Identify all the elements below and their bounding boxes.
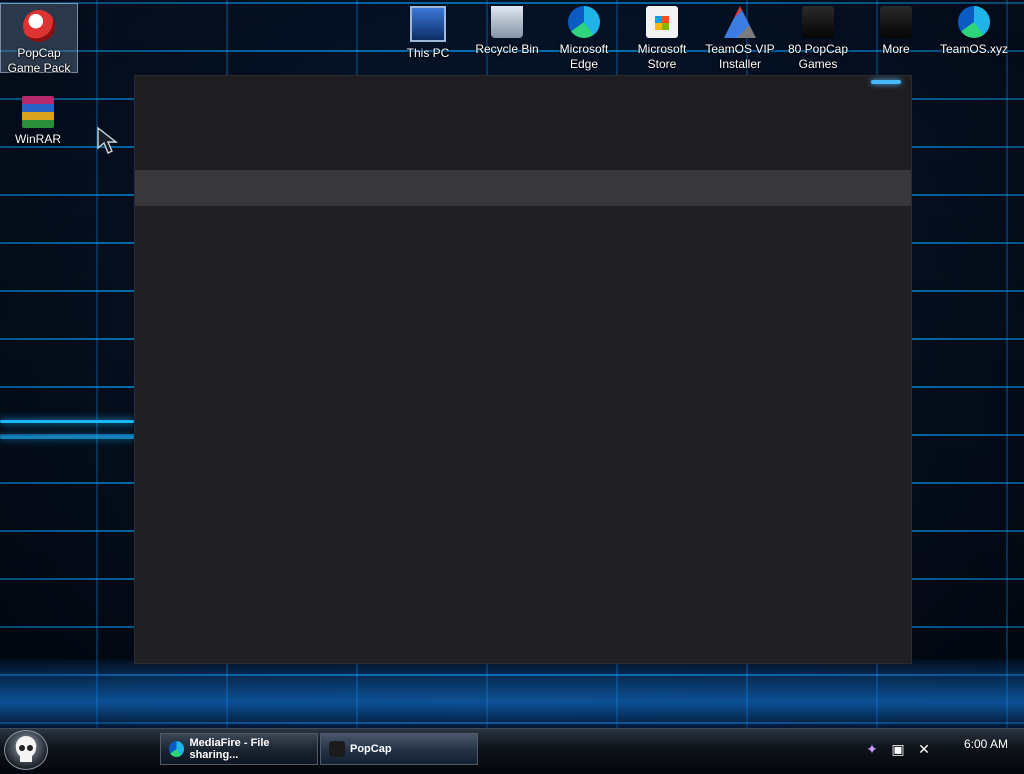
desktop-icon-80-popcap-games[interactable]: 80 PopCap Games <box>780 0 856 72</box>
store-icon <box>646 6 678 38</box>
desktop-icon-more[interactable]: More <box>858 0 934 57</box>
window-header <box>135 76 911 170</box>
edge-icon <box>568 6 600 38</box>
desktop-icon-recycle-bin[interactable]: Recycle Bin <box>469 0 545 57</box>
network-icon[interactable]: ▣ <box>890 741 906 757</box>
desktop-icon-label: Microsoft Store <box>637 42 687 71</box>
taskbar: MediaFire - File sharing... PopCap ✦ ▣ ✕… <box>0 728 1024 770</box>
desktop-icon-microsoft-store[interactable]: Microsoft Store <box>624 0 700 72</box>
desktop-icon-label: WinRAR <box>14 132 61 146</box>
desktop-icon-label: This PC <box>406 46 450 60</box>
desktop-icon-microsoft-edge[interactable]: Microsoft Edge <box>546 0 622 72</box>
app-window[interactable] <box>134 75 912 664</box>
more-icon <box>880 6 912 38</box>
wallpaper-glow-line <box>0 420 134 423</box>
window-content-area <box>135 206 911 663</box>
popcap-games-icon <box>802 6 834 38</box>
recycle-bin-icon <box>491 6 523 38</box>
desktop-icon-label: More <box>882 42 910 56</box>
feather-icon[interactable]: ✦ <box>864 741 880 757</box>
desktop-icon-label: TeamOS VIP Installer <box>705 42 775 71</box>
teamos-icon <box>724 6 756 38</box>
wallpaper-glow-line <box>0 436 134 439</box>
loading-indicator <box>871 80 901 84</box>
taskbar-button-label: PopCap <box>350 743 392 755</box>
desktop-icon-teamos-xyz[interactable]: TeamOS.xyz <box>936 0 1012 57</box>
desktop-icon-label: 80 PopCap Games <box>787 42 849 71</box>
popcap-app-icon <box>329 741 345 757</box>
taskbar-button-label: MediaFire - File sharing... <box>189 737 270 761</box>
desktop-icon-label: Recycle Bin <box>475 42 539 56</box>
desktop-icon-this-pc[interactable]: This PC <box>390 0 466 61</box>
skull-icon <box>16 738 36 762</box>
volume-muted-icon[interactable]: ✕ <box>916 741 932 757</box>
desktop-icon-label: TeamOS.xyz <box>939 42 1008 56</box>
edge-icon <box>958 6 990 38</box>
desktop-icon-label: Microsoft Edge <box>559 42 609 71</box>
taskbar-button-popcap[interactable]: PopCap <box>320 733 478 765</box>
wallpaper-floor-glow <box>0 660 1024 730</box>
window-toolbar-strip <box>135 170 911 206</box>
mouse-cursor-icon <box>97 126 119 154</box>
taskbar-button-mediafire[interactable]: MediaFire - File sharing... <box>160 733 318 765</box>
computer-icon <box>410 6 446 42</box>
popcap-icon <box>23 10 55 42</box>
start-button[interactable] <box>4 730 48 770</box>
desktop-icon-popcap-game-pack[interactable]: PopCap Game Pack <box>0 3 78 75</box>
clock[interactable]: 6:00 AM <box>964 737 1008 751</box>
edge-icon <box>169 741 185 757</box>
desktop-icon-teamos-vip-installer[interactable]: TeamOS VIP Installer <box>702 0 778 72</box>
winrar-icon <box>22 96 54 128</box>
desktop-icon-label: PopCap Game Pack <box>7 46 71 75</box>
desktop-icon-winrar[interactable]: WinRAR <box>0 90 76 147</box>
